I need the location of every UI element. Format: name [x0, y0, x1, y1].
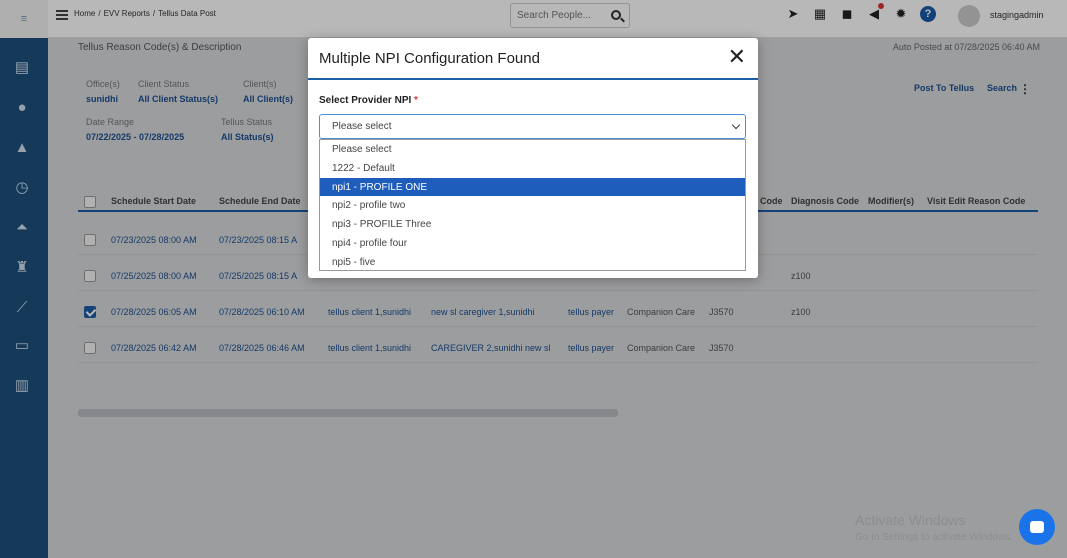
- chat-button[interactable]: [1019, 509, 1055, 545]
- option-npi2[interactable]: npi2 - profile two: [320, 196, 745, 215]
- option-npi1[interactable]: npi1 - PROFILE ONE: [320, 177, 745, 197]
- chat-icon: [1030, 521, 1044, 533]
- provider-npi-label-text: Select Provider NPI: [319, 95, 412, 106]
- option-npi5[interactable]: npi5 - five: [320, 253, 745, 272]
- activate-windows-subtitle: Go to Settings to activate Windows.: [855, 532, 1013, 543]
- option-npi4[interactable]: npi4 - profile four: [320, 234, 745, 253]
- provider-npi-select[interactable]: Please select: [319, 114, 746, 139]
- option-default[interactable]: 1222 - Default: [320, 159, 745, 178]
- option-npi3[interactable]: npi3 - PROFILE Three: [320, 215, 745, 234]
- activate-windows-title: Activate Windows: [855, 512, 966, 528]
- chevron-down-icon: [731, 120, 741, 130]
- required-mark: *: [414, 95, 418, 106]
- modal-header: Multiple NPI Configuration Found ✕: [308, 38, 758, 80]
- modal-title: Multiple NPI Configuration Found: [319, 50, 540, 67]
- provider-npi-options: Please select 1222 - Default npi1 - PROF…: [319, 139, 746, 271]
- close-icon[interactable]: ✕: [728, 46, 746, 68]
- npi-config-modal: Multiple NPI Configuration Found ✕ Selec…: [308, 38, 758, 278]
- option-please-select[interactable]: Please select: [320, 140, 745, 159]
- select-value: Please select: [332, 121, 392, 132]
- provider-npi-label: Select Provider NPI *: [319, 95, 418, 106]
